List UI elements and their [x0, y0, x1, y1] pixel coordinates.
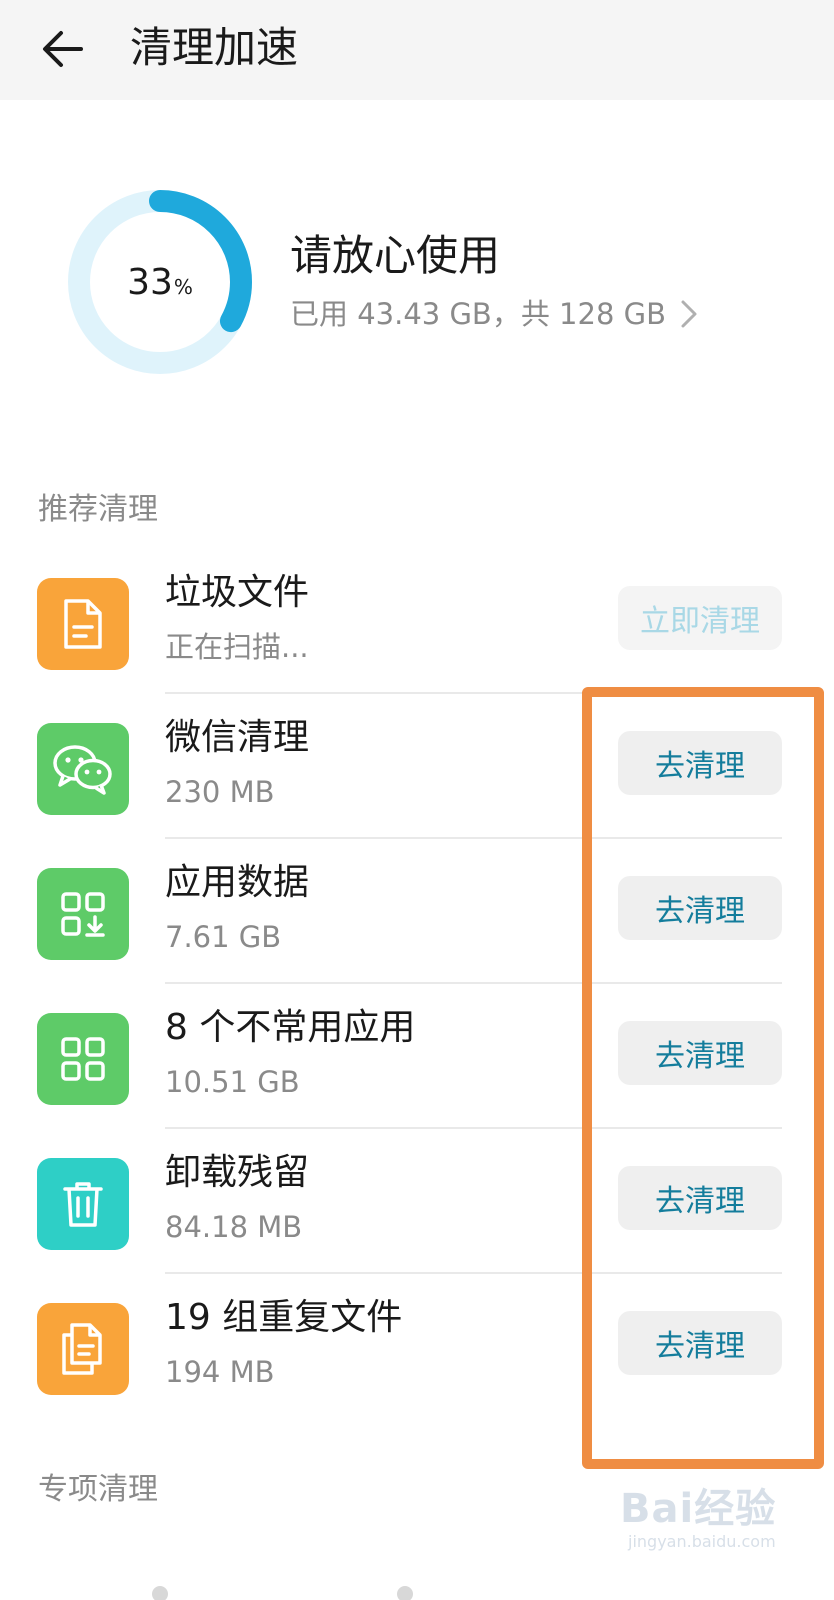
item-name: 卸载残留	[165, 1152, 310, 1193]
item-name: 8 个不常用应用	[165, 1007, 416, 1048]
watermark-url: jingyan.baidu.com	[628, 1532, 776, 1551]
back-button[interactable]	[28, 14, 98, 84]
duplicate-files-icon	[37, 1303, 129, 1395]
item-name: 应用数据	[165, 862, 310, 903]
storage-percent-sign: %	[173, 275, 193, 299]
item-size: 10.51 GB	[165, 1065, 300, 1099]
item-name: 19 组重复文件	[165, 1297, 403, 1338]
item-name: 微信清理	[165, 717, 310, 758]
storage-percent-value: 33	[127, 261, 173, 303]
section-title-recommended: 推荐清理	[38, 492, 158, 527]
apps-grid-icon	[37, 1013, 129, 1105]
item-size: 194 MB	[165, 1355, 275, 1389]
document-icon	[37, 578, 129, 670]
partial-list-icons	[152, 1586, 413, 1600]
back-arrow-icon	[43, 31, 83, 67]
item-size: 84.18 MB	[165, 1210, 303, 1244]
top-bar: 清理加速	[0, 0, 834, 100]
item-size: 7.61 GB	[165, 920, 282, 954]
wechat-icon	[37, 723, 129, 815]
storage-percent: 33%	[68, 190, 252, 374]
baidu-jingyan-watermark: Bai经验 jingyan.baidu.com	[620, 1476, 810, 1566]
trash-icon	[37, 1158, 129, 1250]
storage-status: 请放心使用	[290, 231, 501, 280]
clean-now-button[interactable]: 立即清理	[618, 586, 782, 650]
app-data-icon	[37, 868, 129, 960]
storage-detail-link[interactable]: 已用 43.43 GB，共 128 GB	[290, 292, 698, 336]
list-item-junk-files[interactable]: 垃圾文件 正在扫描... 立即清理	[0, 548, 834, 694]
item-size: 正在扫描...	[165, 630, 309, 664]
page-title: 清理加速	[130, 23, 299, 72]
item-size: 230 MB	[165, 775, 275, 809]
watermark-logo: Bai经验	[620, 1486, 777, 1532]
chevron-right-icon	[680, 299, 698, 329]
item-name: 垃圾文件	[165, 572, 310, 613]
storage-detail-text: 已用 43.43 GB，共 128 GB	[290, 297, 666, 331]
section-title-special: 专项清理	[38, 1472, 158, 1507]
highlight-annotation-box	[582, 687, 824, 1469]
